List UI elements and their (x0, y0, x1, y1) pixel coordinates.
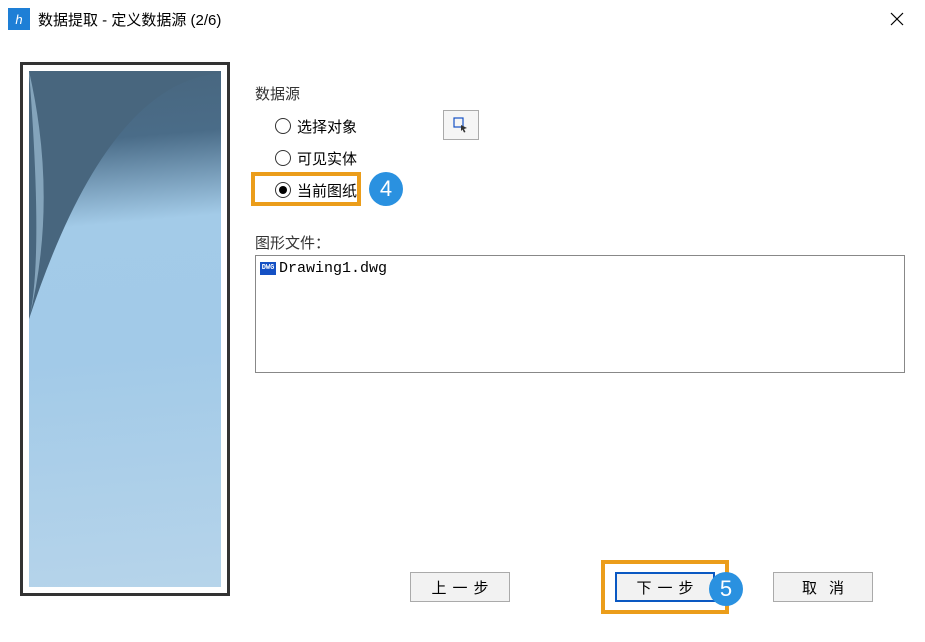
prev-button[interactable]: 上一步 (410, 572, 510, 602)
preview-pane (20, 62, 230, 596)
cancel-button[interactable]: 取消 (773, 572, 873, 602)
radio-label: 可见实体 (297, 148, 357, 169)
radio-label: 当前图纸 (297, 180, 357, 201)
radio-icon (275, 118, 291, 134)
dwg-file-icon: DWG (260, 262, 276, 275)
title-bar: h 数据提取 - 定义数据源 (2/6) (0, 0, 925, 38)
radio-current-drawing[interactable]: 当前图纸 (275, 174, 905, 206)
preview-image (29, 71, 221, 587)
file-name: Drawing1.dwg (279, 260, 387, 277)
close-icon[interactable] (877, 3, 917, 35)
button-label: 取消 (802, 577, 856, 598)
data-source-label: 数据源 (255, 83, 905, 104)
app-icon: h (8, 8, 30, 30)
drawing-files-list[interactable]: DWG Drawing1.dwg (255, 255, 905, 373)
next-button[interactable]: 下一步 (615, 572, 715, 602)
radio-visible-entities[interactable]: 可见实体 (275, 142, 905, 174)
drawing-files-label: 图形文件： (255, 232, 905, 253)
radio-label: 选择对象 (297, 116, 357, 137)
list-item[interactable]: DWG Drawing1.dwg (260, 258, 900, 278)
select-objects-button[interactable] (443, 110, 479, 140)
window-title: 数据提取 - 定义数据源 (2/6) (38, 9, 221, 30)
radio-icon (275, 150, 291, 166)
radio-icon-selected (275, 182, 291, 198)
radio-select-objects[interactable]: 选择对象 (275, 110, 905, 142)
button-label: 下一步 (636, 577, 699, 598)
button-label: 上一步 (431, 577, 494, 598)
